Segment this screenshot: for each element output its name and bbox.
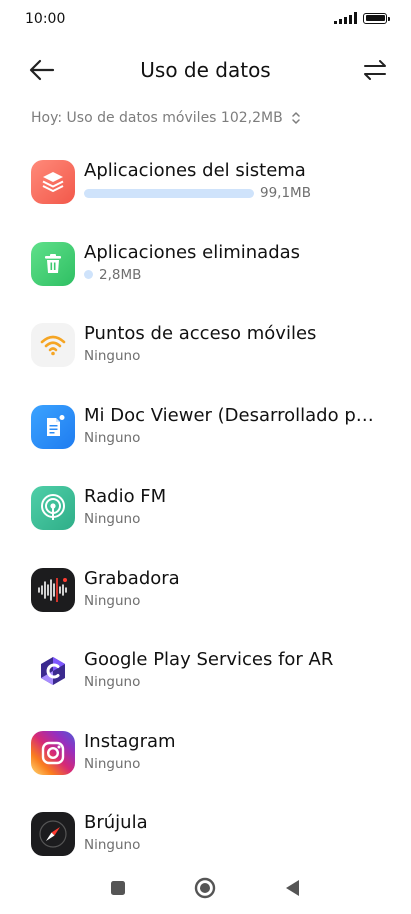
app-name: Aplicaciones eliminadas	[84, 241, 301, 263]
triangle-back-icon	[286, 880, 299, 896]
list-item[interactable]: Aplicaciones del sistema 99,1MB	[0, 156, 411, 238]
battery-icon	[363, 12, 390, 24]
sound-wave-icon	[31, 567, 75, 612]
usage-summary-text: Hoy: Uso de datos móviles 102,2MB	[31, 110, 283, 126]
list-item[interactable]: Google Play Services for AR Ninguno	[0, 645, 411, 727]
app-name: Radio FM	[84, 486, 167, 507]
usage-value: 99,1MB	[260, 185, 311, 201]
app-list: Aplicaciones del sistema 99,1MB Aplicaci…	[0, 156, 411, 890]
usage-value: Ninguno	[84, 429, 141, 446]
app-usage: Ninguno	[84, 593, 140, 609]
list-item[interactable]: Mi Doc Viewer (Desarrollado por… Ninguno	[0, 401, 411, 483]
ar-core-icon	[31, 649, 75, 693]
app-name: Mi Doc Viewer (Desarrollado por…	[84, 404, 379, 426]
page-title: Uso de datos	[140, 58, 271, 82]
usage-value: Ninguno	[84, 511, 141, 527]
navigation-bar	[0, 862, 411, 914]
app-name: Grabadora	[84, 567, 180, 589]
usage-value: Ninguno	[84, 348, 141, 364]
usage-value: 2,8MB	[99, 266, 142, 283]
app-usage: Ninguno	[84, 756, 140, 772]
app-usage: Ninguno	[84, 837, 140, 853]
trash-icon	[31, 241, 75, 286]
app-usage: Ninguno	[84, 430, 140, 446]
app-usage: Ninguno	[84, 674, 140, 690]
status-bar: 10:00	[0, 0, 411, 40]
usage-value: Ninguno	[84, 674, 141, 690]
list-item[interactable]: Aplicaciones eliminadas 2,8MB	[0, 238, 411, 320]
usage-bar	[84, 270, 93, 279]
instagram-icon	[31, 730, 75, 775]
chevron-up-down-icon	[291, 112, 300, 124]
recents-button[interactable]	[106, 876, 130, 900]
swap-arrows-icon	[364, 60, 386, 80]
wifi-hotspot-icon	[31, 323, 75, 367]
usage-value: Ninguno	[84, 837, 141, 853]
list-item[interactable]: Grabadora Ninguno	[0, 564, 411, 646]
app-usage: Ninguno	[84, 511, 140, 527]
header: Uso de datos	[0, 50, 411, 90]
usage-summary[interactable]: Hoy: Uso de datos móviles 102,2MB	[31, 110, 301, 126]
swap-button[interactable]	[361, 56, 389, 84]
home-button[interactable]	[193, 876, 217, 900]
square-icon	[111, 881, 125, 895]
app-usage: Ninguno	[84, 348, 140, 364]
app-name: Google Play Services for AR	[84, 649, 334, 670]
usage-value: Ninguno	[84, 592, 141, 609]
signal-icon	[334, 12, 357, 24]
layers-icon	[31, 160, 75, 204]
radio-antenna-icon	[31, 486, 75, 530]
status-icons	[334, 12, 390, 24]
list-item[interactable]: Radio FM Ninguno	[0, 482, 411, 564]
app-usage: 99,1MB	[84, 185, 311, 201]
app-name: Puntos de acceso móviles	[84, 323, 317, 344]
list-item[interactable]: Puntos de acceso móviles Ninguno	[0, 319, 411, 401]
compass-icon	[31, 812, 75, 856]
circle-icon	[194, 877, 216, 899]
app-name: Brújula	[84, 812, 148, 833]
usage-bar	[84, 188, 254, 198]
app-name: Instagram	[84, 730, 176, 752]
app-name: Aplicaciones del sistema	[84, 160, 306, 181]
document-icon	[31, 404, 75, 449]
usage-value: Ninguno	[84, 755, 141, 772]
app-usage: 2,8MB	[84, 267, 141, 283]
status-time: 10:00	[25, 11, 66, 27]
list-item[interactable]: Instagram Ninguno	[0, 727, 411, 809]
back-nav-button[interactable]	[281, 876, 305, 900]
